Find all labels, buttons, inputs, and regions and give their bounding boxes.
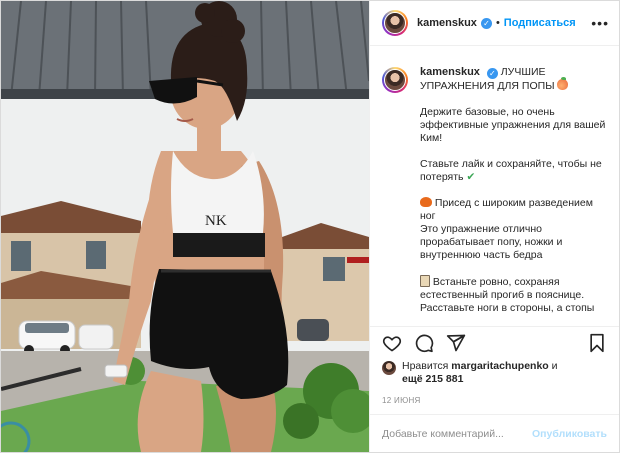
caption-instruction-continued: Расставьте ноги в стороны, а стопы <box>420 302 595 314</box>
bookmark-icon[interactable] <box>587 333 607 353</box>
likes-count[interactable]: ещё 215 881 <box>402 373 463 385</box>
likes-middle: и <box>551 360 558 372</box>
caption-instruction: Встаньте ровно, сохраняя естественный пр… <box>420 276 585 301</box>
caption-paragraph: Присед с широким разведением ног Это упр… <box>420 197 607 262</box>
liker-avatar[interactable] <box>382 361 396 375</box>
post-date[interactable]: 12 ИЮНЯ <box>370 390 619 414</box>
caption-area: kamenskux ✓ ЛУЧШИЕ УПРАЖНЕНИЯ ДЛЯ ПОПЫ Д… <box>370 46 619 326</box>
caption-paragraph: Держите базовые, но очень эффективные уп… <box>420 106 606 144</box>
verified-icon: ✓ <box>486 68 498 79</box>
post-side-panel: kamenskux ✓ • Подписаться ••• kamenskux … <box>369 1 619 452</box>
shirt-print: NK <box>205 213 227 229</box>
orange-emoji-icon <box>420 197 432 207</box>
action-bar <box>370 326 619 358</box>
caption-avatar[interactable] <box>382 67 408 93</box>
more-icon[interactable]: ••• <box>591 16 609 30</box>
likes-prefix: Нравится <box>402 360 449 372</box>
caption-text: kamenskux ✓ ЛУЧШИЕ УПРАЖНЕНИЯ ДЛЯ ПОПЫ Д… <box>420 66 607 315</box>
header-username[interactable]: kamenskux <box>417 17 477 29</box>
publish-button[interactable]: Опубликовать <box>532 428 607 440</box>
peach-emoji-icon <box>557 77 569 90</box>
comment-form: Опубликовать <box>370 414 619 452</box>
caption-paragraph: Встаньте ровно, сохраняя естественный пр… <box>420 275 607 315</box>
post-photo[interactable]: NK <box>1 1 369 452</box>
comment-icon[interactable] <box>414 333 434 353</box>
likes-summary: Нравится margaritachupenko и ещё 215 881 <box>370 358 619 390</box>
caption-username[interactable]: kamenskux <box>420 66 480 78</box>
profile-avatar[interactable] <box>382 10 408 36</box>
comment-input[interactable] <box>382 427 533 440</box>
instagram-post: NK kamenskux ✓ • Подписаться ••• kamensk… <box>0 0 620 453</box>
liker-username[interactable]: margaritachupenko <box>451 360 548 372</box>
follow-button[interactable]: Подписаться <box>504 17 576 29</box>
caption-paragraph-text: Ставьте лайк и сохраняйте, чтобы не поте… <box>420 158 602 183</box>
header-separator: • <box>495 17 500 29</box>
share-icon[interactable] <box>446 333 466 353</box>
likes-text: Нравится margaritachupenko и ещё 215 881 <box>402 360 558 386</box>
clipboard-emoji-icon <box>420 275 430 287</box>
heart-icon[interactable] <box>382 333 402 353</box>
post-photo-image: NK <box>1 1 369 452</box>
check-emoji-icon: ✔ <box>466 171 476 183</box>
caption-paragraph: Ставьте лайк и сохраняйте, чтобы не поте… <box>420 158 607 184</box>
caption-exercise-description: Это упражнение отлично прорабатывает поп… <box>420 223 563 261</box>
caption-comment: kamenskux ✓ ЛУЧШИЕ УПРАЖНЕНИЯ ДЛЯ ПОПЫ Д… <box>382 66 607 315</box>
post-header: kamenskux ✓ • Подписаться ••• <box>370 1 619 46</box>
caption-exercise-title: Присед с широким разведением ног <box>420 197 593 222</box>
verified-icon: ✓ <box>480 17 492 29</box>
